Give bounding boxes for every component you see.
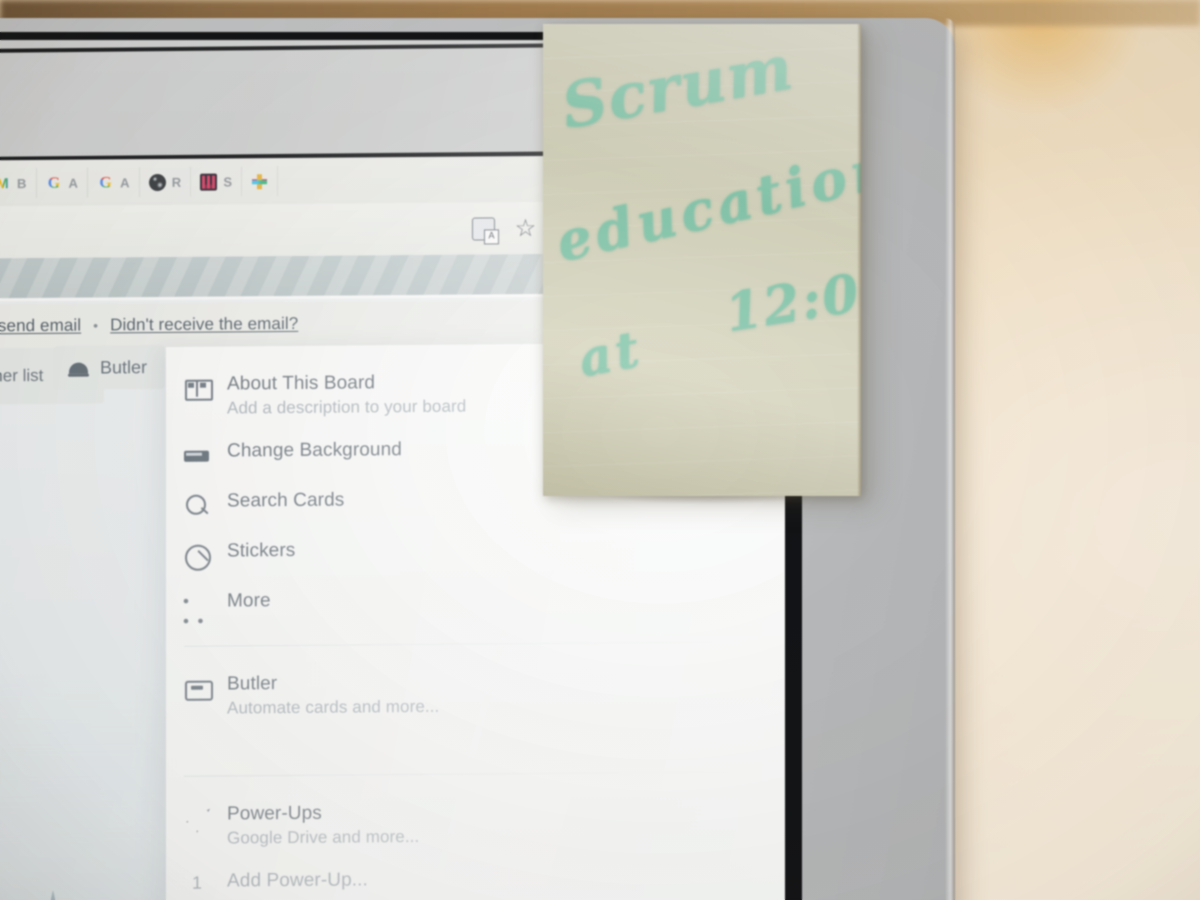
- browser-tab[interactable]: A: [36, 167, 89, 198]
- bookmark-star-icon[interactable]: [514, 217, 537, 240]
- google-icon: [97, 174, 114, 191]
- browser-tab[interactable]: A: [88, 167, 140, 198]
- translate-icon[interactable]: [472, 216, 495, 241]
- menu-spacer: [166, 725, 785, 760]
- menu-divider: [184, 771, 763, 777]
- menu-item-subtitle: Add a description to your board: [227, 396, 467, 418]
- photo-scene: G c K A B: [0, 0, 1200, 900]
- browser-tab-label: R: [171, 174, 182, 190]
- book-icon: [184, 376, 210, 402]
- browser-tab[interactable]: B: [0, 167, 37, 199]
- resend-email-link[interactable]: Resend email: [0, 316, 81, 337]
- menu-item-more[interactable]: More: [166, 575, 785, 630]
- menu-item-label: Power-Ups: [227, 802, 322, 825]
- butler-button-label: Butler: [100, 356, 148, 377]
- menu-item-stickers[interactable]: Stickers: [166, 525, 785, 580]
- ellipsis-icon: [184, 593, 210, 619]
- menu-item-add-power-up[interactable]: 1 Add Power-Up...: [166, 855, 785, 900]
- browser-tab[interactable]: [242, 166, 279, 197]
- browser-tab-label: A: [68, 175, 79, 191]
- sticky-note-edge: [857, 24, 861, 496]
- menu-item-label: Search Cards: [227, 489, 345, 512]
- menu-item-power-ups[interactable]: Power-Ups Google Drive and more...: [166, 788, 785, 860]
- browser-tab-label: B: [16, 175, 27, 191]
- sticky-note[interactable]: Scrum education at 12:00: [543, 24, 861, 496]
- didnt-receive-email-link[interactable]: Didn't receive the email?: [110, 314, 298, 335]
- menu-item-label: Butler: [227, 673, 278, 695]
- menu-item-subtitle: Automate cards and more...: [227, 696, 440, 718]
- rocket-icon: [184, 806, 210, 832]
- butler-tray-icon: [68, 359, 89, 376]
- banner-separator: •: [93, 317, 99, 334]
- butler-robot-icon: [184, 676, 210, 702]
- pixel-grid-icon: [200, 173, 218, 191]
- menu-item-label: Change Background: [227, 439, 402, 462]
- menu-item-subtitle: Google Drive and more...: [227, 826, 420, 848]
- gmail-icon: [0, 175, 11, 192]
- google-icon: [46, 174, 63, 191]
- power-up-count: 1: [191, 872, 202, 893]
- browser-tab-label: S: [223, 173, 233, 190]
- menu-item-label: More: [227, 590, 271, 612]
- search-icon: [184, 493, 210, 519]
- menu-item-butler[interactable]: Butler Automate cards and more...: [166, 658, 785, 730]
- add-another-list-label: Add another list: [0, 365, 44, 386]
- globe-icon: [148, 173, 166, 191]
- menu-item-label: Stickers: [227, 539, 296, 562]
- menu-item-label: About This Board: [227, 372, 376, 395]
- sticker-icon: [184, 543, 210, 569]
- browser-tab[interactable]: S: [191, 166, 243, 197]
- menu-divider: [184, 641, 763, 647]
- sticky-note-sheen: [543, 24, 861, 496]
- image-icon: [184, 443, 210, 469]
- browser-tab-label: A: [120, 174, 130, 190]
- menu-item-label: Add Power-Up...: [227, 869, 368, 892]
- butler-button[interactable]: Butler: [54, 344, 166, 390]
- laptop-edge-highlight: [945, 18, 955, 900]
- slack-icon: [251, 173, 268, 190]
- browser-tab[interactable]: R: [139, 166, 192, 198]
